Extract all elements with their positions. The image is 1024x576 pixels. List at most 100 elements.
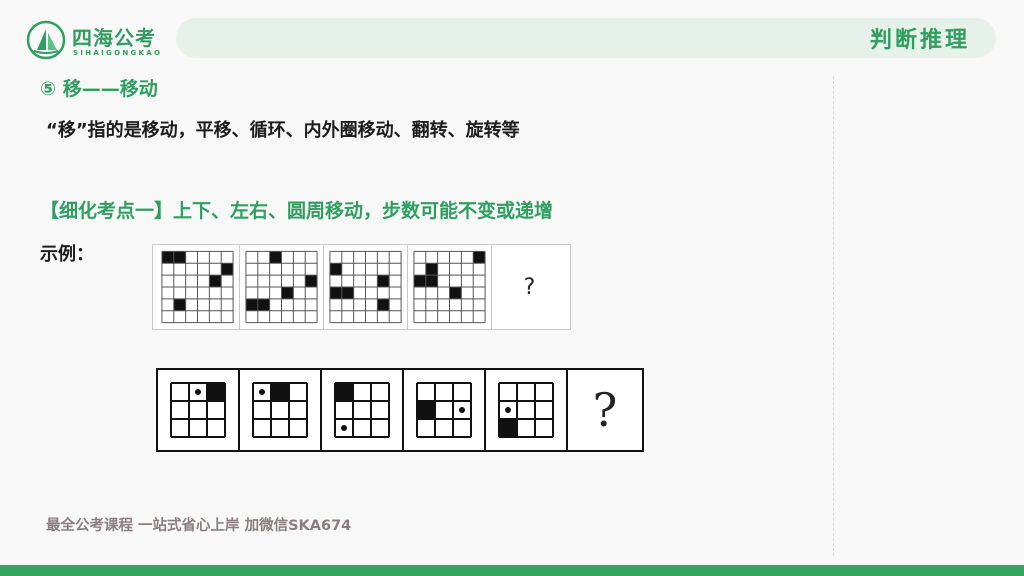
empty-square: [197, 275, 210, 287]
empty-square: [365, 287, 378, 299]
empty-square: [389, 275, 402, 287]
topic-description: “移”指的是移动，平移、循环、内外圈移动、翻转、旋转等: [46, 120, 520, 141]
empty-square: [281, 251, 294, 264]
empty-square: [185, 287, 198, 299]
grid-6x6: [161, 250, 234, 324]
empty-square: [341, 275, 354, 287]
question-mark: ?: [592, 383, 618, 437]
empty-square: [389, 298, 402, 311]
empty-square: [257, 275, 270, 287]
empty-square: [209, 251, 222, 264]
empty-square: [329, 251, 342, 264]
empty-square: [449, 263, 462, 276]
empty-square: [329, 298, 342, 311]
empty-square: [413, 298, 426, 311]
empty-square: [473, 298, 486, 311]
empty-square: [365, 298, 378, 311]
answer-panel: ?: [568, 370, 642, 450]
empty-square: [293, 310, 306, 323]
empty-square: [353, 310, 366, 323]
empty-square: [257, 310, 270, 323]
empty-square: [293, 251, 306, 264]
empty-square: [305, 263, 318, 276]
empty-square: [389, 310, 402, 323]
empty-square: [449, 275, 462, 287]
empty-square: [365, 263, 378, 276]
empty-square: [209, 298, 222, 311]
empty-square: [461, 310, 474, 323]
bottom-bar: [0, 565, 1024, 576]
empty-square: [389, 287, 402, 299]
empty-square: [197, 298, 210, 311]
empty-square: [341, 263, 354, 276]
filled-square: [377, 275, 390, 287]
empty-square: [269, 275, 282, 287]
empty-square: [437, 287, 450, 299]
grid-panel: [324, 245, 408, 329]
empty-square: [173, 275, 186, 287]
filled-square: [425, 275, 438, 287]
empty-square: [245, 263, 258, 276]
empty-square: [305, 287, 318, 299]
empty-square: [473, 263, 486, 276]
empty-square: [449, 251, 462, 264]
grid-3x3: [416, 382, 472, 438]
empty-square: [173, 263, 186, 276]
filled-square: [329, 287, 342, 299]
grid-3x3: [498, 382, 554, 438]
empty-square: [221, 310, 234, 323]
dot-marker: [341, 425, 347, 431]
empty-square: [269, 310, 282, 323]
filled-square: [173, 298, 186, 311]
sail-mountain-logo-icon: [26, 20, 66, 60]
empty-square: [209, 287, 222, 299]
empty-square: [173, 287, 186, 299]
empty-square: [413, 263, 426, 276]
empty-square: [221, 298, 234, 311]
grid-6x6: [245, 250, 318, 324]
empty-square: [425, 287, 438, 299]
dot-marker: [259, 389, 265, 395]
grid-6x6: [413, 250, 486, 324]
vertical-divider: [833, 76, 834, 556]
filled-square: [173, 251, 186, 264]
empty-square: [341, 310, 354, 323]
empty-square: [413, 251, 426, 264]
grid-panel: [486, 370, 568, 450]
filled-square: [473, 251, 486, 264]
grid-panel: [156, 245, 240, 329]
dot-marker: [195, 389, 201, 395]
empty-square: [185, 251, 198, 264]
empty-square: [329, 310, 342, 323]
empty-square: [341, 251, 354, 264]
empty-square: [461, 275, 474, 287]
puzzle-3x3-grids: ?: [156, 368, 644, 452]
filled-square: [341, 287, 354, 299]
filled-square: [329, 263, 342, 276]
empty-square: [161, 275, 174, 287]
empty-square: [353, 287, 366, 299]
filled-square: [161, 251, 174, 264]
filled-square: [417, 401, 435, 419]
empty-square: [389, 251, 402, 264]
filled-square: [499, 419, 517, 437]
brand-logo[interactable]: 四海公考 SIHAIGONGKAO: [26, 16, 186, 62]
subtopic-heading: 【细化考点一】上下、左右、圆周移动，步数可能不变或递增: [40, 200, 554, 222]
grid-panel: [240, 245, 324, 329]
empty-square: [353, 275, 366, 287]
empty-square: [437, 298, 450, 311]
empty-square: [461, 251, 474, 264]
empty-square: [377, 263, 390, 276]
example-label: 示例：: [40, 244, 94, 265]
grid-panel: [240, 370, 322, 450]
empty-square: [305, 298, 318, 311]
empty-square: [185, 310, 198, 323]
empty-square: [365, 251, 378, 264]
empty-square: [293, 263, 306, 276]
empty-square: [161, 310, 174, 323]
empty-square: [185, 263, 198, 276]
empty-square: [425, 310, 438, 323]
grid-panel: [322, 370, 404, 450]
answer-panel: ?: [492, 245, 567, 329]
empty-square: [449, 298, 462, 311]
